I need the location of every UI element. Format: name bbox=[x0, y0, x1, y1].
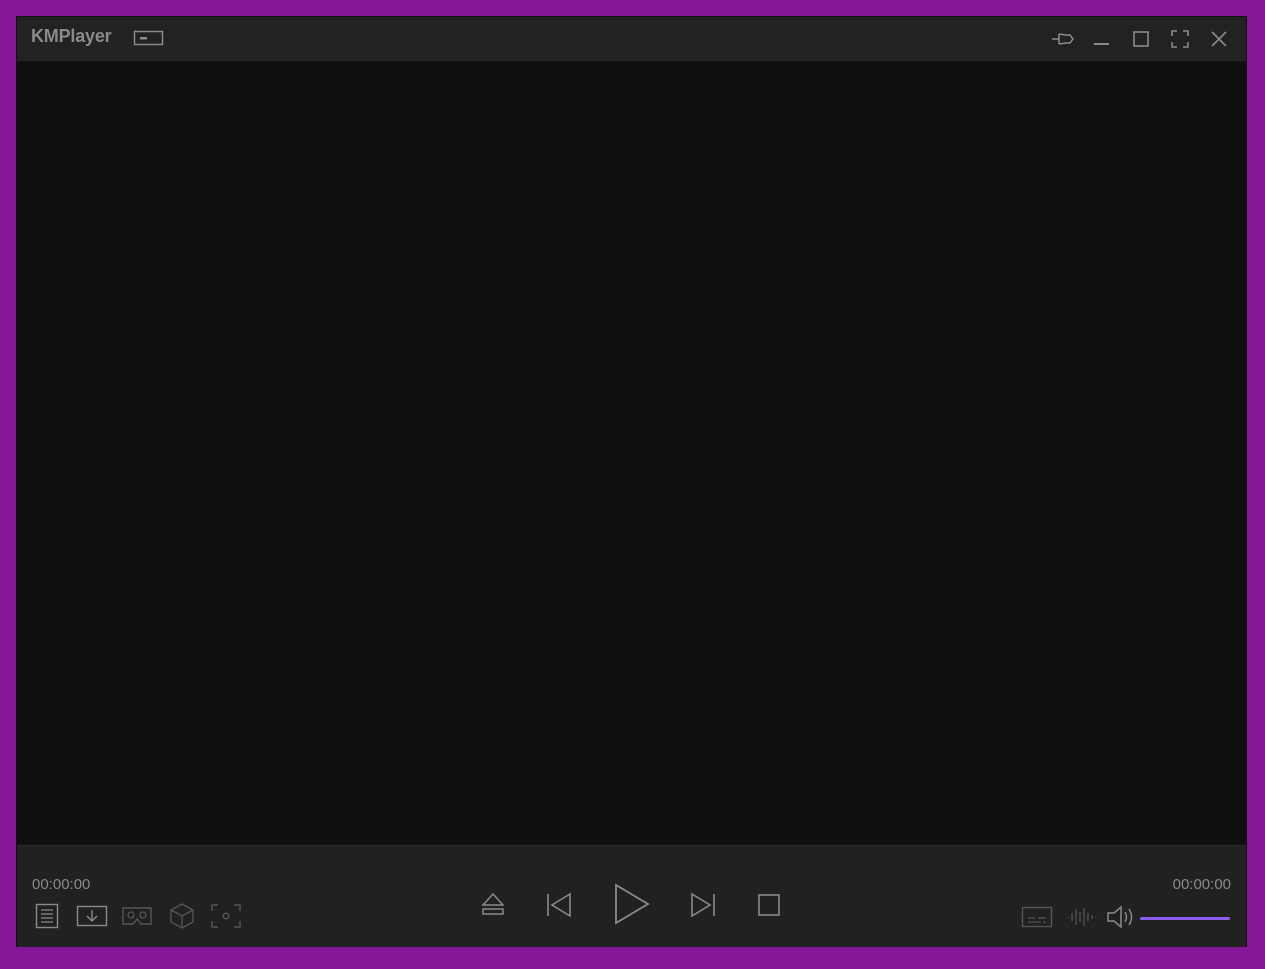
equalizer-icon[interactable] bbox=[1066, 905, 1098, 929]
maximize-icon[interactable] bbox=[1128, 26, 1154, 52]
volume-icon[interactable] bbox=[1106, 904, 1136, 930]
eject-icon[interactable] bbox=[480, 891, 506, 919]
3d-cube-icon[interactable] bbox=[169, 902, 195, 930]
playlist-icon[interactable] bbox=[34, 903, 60, 929]
close-icon[interactable] bbox=[1206, 26, 1232, 52]
current-time: 00:00:00 bbox=[32, 876, 91, 893]
video-area[interactable] bbox=[17, 62, 1246, 845]
title-bar[interactable]: KMPlayer bbox=[17, 17, 1246, 62]
play-icon[interactable] bbox=[612, 882, 652, 926]
vr-headset-icon[interactable] bbox=[121, 904, 153, 928]
subtitle-icon[interactable] bbox=[1021, 906, 1053, 928]
volume-fill bbox=[1140, 917, 1230, 920]
next-icon[interactable] bbox=[688, 891, 718, 919]
capture-icon[interactable] bbox=[210, 903, 242, 929]
control-bar: 00:00:00 00:00:00 bbox=[17, 845, 1246, 947]
total-time: 00:00:00 bbox=[1172, 876, 1231, 893]
app-title: KMPlayer bbox=[31, 26, 112, 46]
stop-icon[interactable] bbox=[757, 893, 781, 917]
fullscreen-icon[interactable] bbox=[1167, 26, 1193, 52]
pin-icon[interactable] bbox=[1050, 26, 1076, 52]
mini-mode-icon[interactable] bbox=[133, 29, 165, 47]
previous-icon[interactable] bbox=[544, 891, 574, 919]
volume-slider[interactable] bbox=[1140, 913, 1230, 925]
download-icon[interactable] bbox=[76, 904, 108, 928]
minimize-icon[interactable] bbox=[1089, 26, 1115, 52]
player-window: KMPlayer 00:00:00 00:00:00 bbox=[17, 17, 1246, 947]
